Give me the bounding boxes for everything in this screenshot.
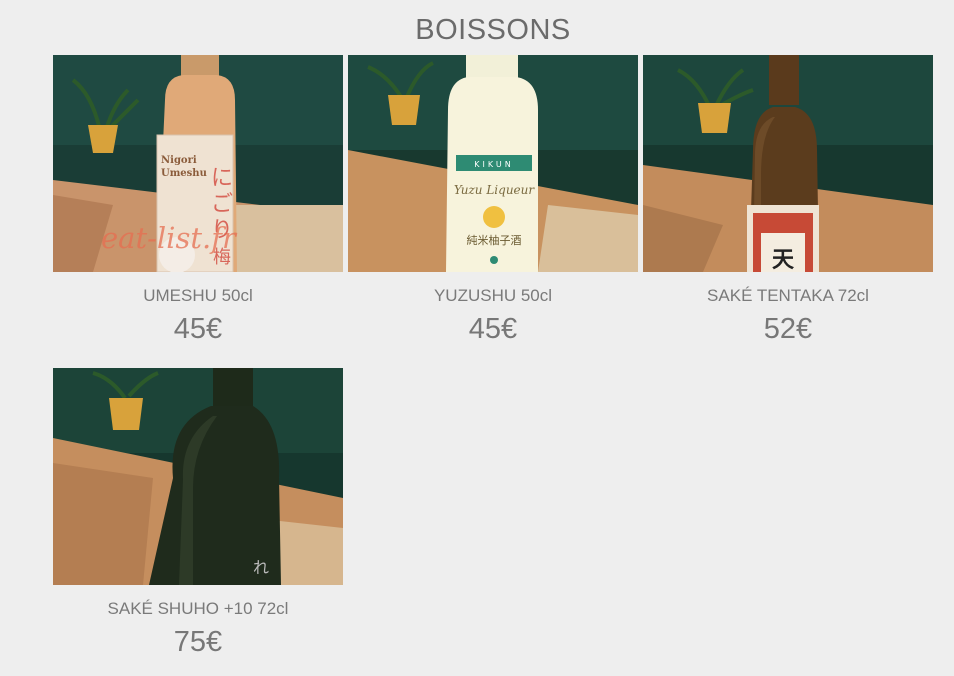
section-title: BOISSONS xyxy=(415,14,571,46)
product-card-shuho[interactable]: れ SAKÉ SHUHO +10 72cl 75€ xyxy=(53,368,343,657)
product-card-tentaka[interactable]: 天 SAKÉ TENTAKA 72cl 52€ xyxy=(643,55,933,344)
product-name: UMESHU 50cl xyxy=(143,286,253,305)
svg-text:Umeshu: Umeshu xyxy=(161,168,207,179)
product-name: SAKÉ SHUHO +10 72cl xyxy=(107,599,289,618)
product-name: SAKÉ TENTAKA 72cl xyxy=(707,286,869,305)
watermark-text: eat-list.fr xyxy=(101,221,236,255)
product-price: 75€ xyxy=(173,626,223,658)
product-price: 45€ xyxy=(468,313,518,345)
product-price: 45€ xyxy=(173,313,223,345)
product-name: YUZUSHU 50cl xyxy=(433,286,553,305)
svg-text:に: に xyxy=(211,166,233,191)
product-photo-shuho[interactable]: れ xyxy=(53,368,343,585)
product-card-yuzushu[interactable]: KIKUN Yuzu Liqueur 純米柚子酒 YUZUSHU 50cl 45… xyxy=(348,55,638,344)
svg-text:KIKUN: KIKUN xyxy=(474,160,513,169)
product-card-umeshu[interactable]: Nigori Umeshu に ご り 梅 eat-list.fr UMESHU… xyxy=(53,55,343,344)
product-photo-tentaka[interactable]: 天 xyxy=(643,55,933,272)
product-photo-yuzushu[interactable]: KIKUN Yuzu Liqueur 純米柚子酒 xyxy=(348,55,638,272)
svg-text:ご: ご xyxy=(211,192,233,217)
svg-text:純米柚子酒: 純米柚子酒 xyxy=(467,233,522,247)
svg-text:Yuzu Liqueur: Yuzu Liqueur xyxy=(454,183,536,197)
svg-text:天: 天 xyxy=(772,248,795,272)
svg-text:れ: れ xyxy=(253,558,269,577)
svg-text:Nigori: Nigori xyxy=(161,155,197,166)
product-price: 52€ xyxy=(763,313,813,345)
product-photo-umeshu[interactable]: Nigori Umeshu に ご り 梅 eat-list.fr xyxy=(53,55,343,272)
